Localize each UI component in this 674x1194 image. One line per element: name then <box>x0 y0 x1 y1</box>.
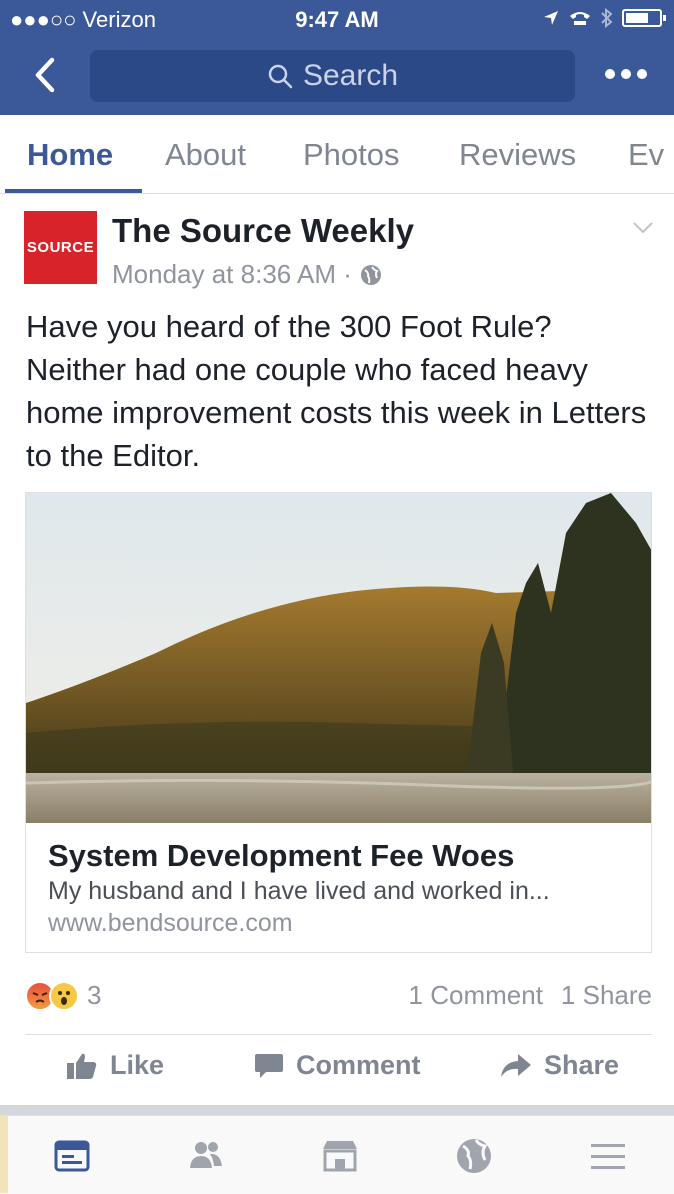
feed-separator <box>0 1105 674 1115</box>
search-field[interactable]: Search <box>90 50 575 102</box>
link-preview-image <box>26 493 651 823</box>
bluetooth-icon <box>601 8 613 28</box>
post-author[interactable]: The Source Weekly <box>112 212 414 250</box>
reaction-summary[interactable]: 3 <box>25 980 101 1011</box>
screen-edge <box>0 1115 8 1193</box>
globe-privacy-icon <box>360 264 381 285</box>
post-meta: Monday at 8:36 AM · <box>112 259 382 290</box>
wow-reaction-icon <box>49 980 79 1011</box>
tab-about[interactable]: About <box>165 137 246 173</box>
engagement-counts: 1 Comment 1 Share <box>409 980 652 1011</box>
location-arrow-icon <box>544 11 558 25</box>
search-icon <box>268 64 293 89</box>
comment-count[interactable]: 1 Comment <box>409 980 543 1011</box>
page-avatar[interactable]: SOURCE <box>24 211 97 284</box>
tab-events[interactable]: Ev <box>628 137 664 173</box>
share-button[interactable]: Share <box>500 1050 619 1081</box>
more-options-button[interactable] <box>605 66 649 82</box>
active-tab-indicator <box>5 189 142 193</box>
bottom-tab-bar <box>0 1115 674 1194</box>
tab-reviews[interactable]: Reviews <box>459 137 576 173</box>
reaction-count: 3 <box>87 980 102 1010</box>
friends-icon[interactable] <box>186 1136 226 1176</box>
search-placeholder: Search <box>302 59 399 92</box>
share-label: Share <box>544 1050 620 1080</box>
divider <box>25 1034 652 1035</box>
menu-icon[interactable] <box>588 1136 628 1176</box>
comment-button[interactable]: Comment <box>254 1050 421 1081</box>
share-count[interactable]: 1 Share <box>561 980 652 1011</box>
tab-photos[interactable]: Photos <box>303 137 400 173</box>
status-icons <box>542 8 666 28</box>
news-feed-icon[interactable] <box>52 1136 92 1176</box>
like-button[interactable]: Like <box>66 1050 164 1081</box>
post-timestamp[interactable]: Monday at 8:36 AM · <box>112 259 352 290</box>
link-preview-card[interactable]: System Development Fee Woes My husband a… <box>25 492 652 953</box>
like-label: Like <box>110 1050 165 1080</box>
back-chevron-icon[interactable] <box>28 52 68 98</box>
page-tabs: Home About Photos Reviews Ev <box>0 115 674 194</box>
globe-icon[interactable] <box>454 1136 494 1176</box>
link-description: My husband and I have lived and worked i… <box>48 877 550 905</box>
avatar-logo-text: SOURCE <box>26 239 95 256</box>
comment-label: Comment <box>296 1050 421 1080</box>
thumbs-up-icon <box>67 1053 97 1079</box>
post-options-chevron-icon[interactable] <box>632 220 654 236</box>
tab-home[interactable]: Home <box>27 137 113 173</box>
link-title: System Development Fee Woes <box>48 838 515 873</box>
post-text: Have you heard of the 300 Foot Rule? Nei… <box>26 309 647 473</box>
comment-bubble-icon <box>255 1053 283 1078</box>
status-bar: ●●●○○ Verizon 9:47 AM <box>0 0 674 40</box>
battery-icon <box>622 9 666 27</box>
marketplace-icon[interactable] <box>320 1136 360 1176</box>
tty-icon <box>570 12 590 25</box>
link-domain: www.bendsource.com <box>48 909 293 937</box>
navigation-bar: Search <box>0 46 674 106</box>
share-arrow-icon <box>501 1053 531 1077</box>
